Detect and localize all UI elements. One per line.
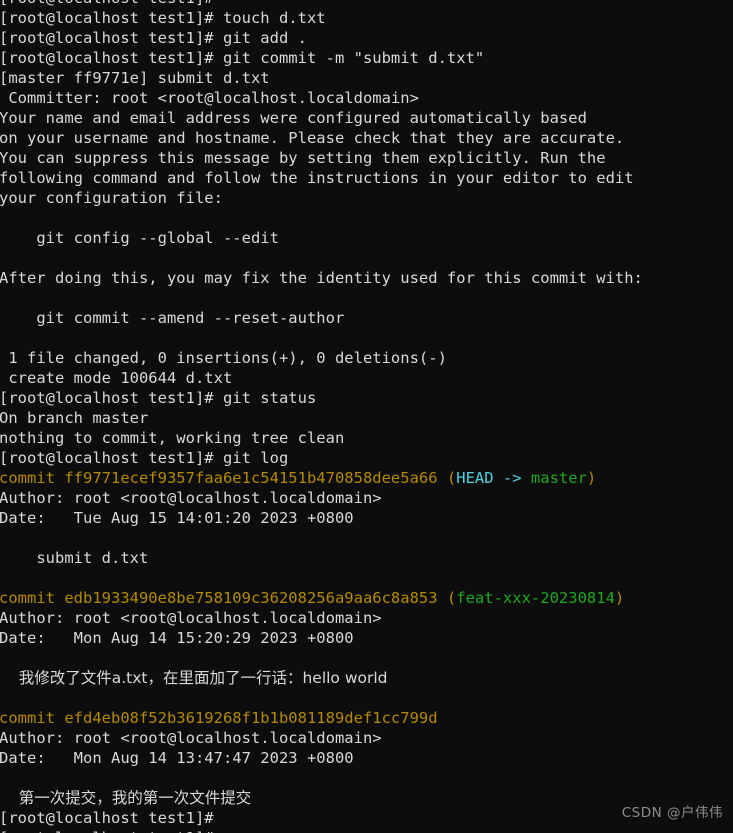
terminal-line: Committer: root <root@localhost.localdom… [0,88,733,108]
terminal-text-segment: [root@localhost test1]# touch d.txt [0,9,326,27]
terminal-line: [root@localhost test1]# [0,828,733,833]
terminal-text-segment: [root@localhost test1]# [0,829,214,833]
terminal-text-segment: On branch master [0,409,149,427]
terminal-text-segment: Your name and email address were configu… [0,109,587,127]
terminal-line: git config --global --edit [0,228,733,248]
terminal-line: 我修改了文件a.txt，在里面加了一行话：hello world [0,668,733,688]
terminal-line: following command and follow the instruc… [0,168,733,188]
terminal-line: [root@localhost test1]# git commit -m "s… [0,48,733,68]
terminal-line: commit efd4eb08f52b3619268f1b1b081189def… [0,708,733,728]
terminal-line: On branch master [0,408,733,428]
terminal-text-segment: master [530,469,587,487]
terminal-line: [root@localhost test1]# git status [0,388,733,408]
terminal-line: Your name and email address were configu… [0,108,733,128]
terminal-line: Date: Mon Aug 14 13:47:47 2023 +0800 [0,748,733,768]
terminal-text-segment: [root@localhost test1]# git log [0,449,289,467]
terminal-text-segment: [root@localhost test1]# git status [0,389,317,407]
terminal-text-segment: Date: Mon Aug 14 13:47:47 2023 +0800 [0,749,354,767]
terminal-text-segment: [master ff9771e] submit d.txt [0,69,270,87]
terminal-line: Date: Tue Aug 15 14:01:20 2023 +0800 [0,508,733,528]
terminal-line: 1 file changed, 0 insertions(+), 0 delet… [0,348,733,368]
terminal-text-segment: HEAD [456,469,494,487]
terminal-line: Author: root <root@localhost.localdomain… [0,488,733,508]
terminal-text-segment: feat-xxx-20230814 [456,589,615,607]
terminal-text-segment: commit ff9771ecef9357faa6e1c54151b470858… [0,469,457,487]
terminal-line: on your username and hostname. Please ch… [0,128,733,148]
terminal-text-segment: Author: root <root@localhost.localdomain… [0,609,382,627]
terminal-line: create mode 100644 d.txt [0,368,733,388]
terminal-line: After doing this, you may fix the identi… [0,268,733,288]
terminal-text-segment: git config --global --edit [0,229,279,247]
terminal-line: You can suppress this message by setting… [0,148,733,168]
terminal-text-segment: create mode 100644 d.txt [0,369,233,387]
terminal-text-segment: -> [493,469,531,487]
terminal-line: commit ff9771ecef9357faa6e1c54151b470858… [0,468,733,488]
terminal-text-segment: git commit --amend --reset-author [0,309,345,327]
terminal-text-segment: [root@localhost test1]# [0,0,214,7]
terminal-text-segment: Date: Tue Aug 15 14:01:20 2023 +0800 [0,509,354,527]
terminal-line: [root@localhost test1]# [0,0,733,8]
terminal-line: your configuration file: [0,188,733,208]
terminal-text-segment: You can suppress this message by setting… [0,149,606,167]
terminal-text-segment: commit efd4eb08f52b3619268f1b1b081189def… [0,709,438,727]
terminal-text-segment: 1 file changed, 0 insertions(+), 0 delet… [0,349,447,367]
terminal-text-segment: ) [614,589,625,607]
terminal-line: [master ff9771e] submit d.txt [0,68,733,88]
terminal-line: Author: root <root@localhost.localdomain… [0,728,733,748]
terminal-text-segment: 我修改了文件a.txt，在里面加了一行话：hello world [0,669,388,687]
terminal-line: nothing to commit, working tree clean [0,428,733,448]
terminal-line: [root@localhost test1]# [0,808,733,828]
terminal-line: 第一次提交，我的第一次文件提交 [0,788,733,808]
terminal-text-segment: Author: root <root@localhost.localdomain… [0,729,382,747]
terminal-text-segment: Committer: root <root@localhost.localdom… [0,89,419,107]
terminal-text-segment: your configuration file: [0,189,223,207]
terminal-text-segment: After doing this, you may fix the identi… [0,269,643,287]
terminal-text-segment: on your username and hostname. Please ch… [0,129,625,147]
terminal-text-segment: commit edb1933490e8be758109c36208256a9aa… [0,589,457,607]
terminal-line: Date: Mon Aug 14 15:20:29 2023 +0800 [0,628,733,648]
terminal-text-segment: submit d.txt [0,549,149,567]
terminal-text-segment: Date: Mon Aug 14 15:20:29 2023 +0800 [0,629,354,647]
terminal-text-segment: following command and follow the instruc… [0,169,634,187]
terminal-line: submit d.txt [0,548,733,568]
terminal-line: [root@localhost test1]# git add . [0,28,733,48]
terminal-screen[interactable]: [root@localhost test1]# [root@localhost t… [0,0,733,833]
terminal-text-segment: nothing to commit, working tree clean [0,429,345,447]
terminal-text-segment: 第一次提交，我的第一次文件提交 [0,789,252,807]
terminal-text-segment: [root@localhost test1]# [0,809,214,827]
terminal-text-segment: ) [586,469,597,487]
terminal-text-segment: [root@localhost test1]# git commit -m "s… [0,49,485,67]
terminal-text-segment: Author: root <root@localhost.localdomain… [0,489,382,507]
terminal-line: [root@localhost test1]# git log [0,448,733,468]
terminal-line: Author: root <root@localhost.localdomain… [0,608,733,628]
terminal-text-segment: [root@localhost test1]# git add . [0,29,307,47]
terminal-window[interactable]: [root@localhost test1]# [root@localhost t… [0,0,733,833]
terminal-line: git commit --amend --reset-author [0,308,733,328]
terminal-line: commit edb1933490e8be758109c36208256a9aa… [0,588,733,608]
terminal-line: [root@localhost test1]# touch d.txt [0,8,733,28]
